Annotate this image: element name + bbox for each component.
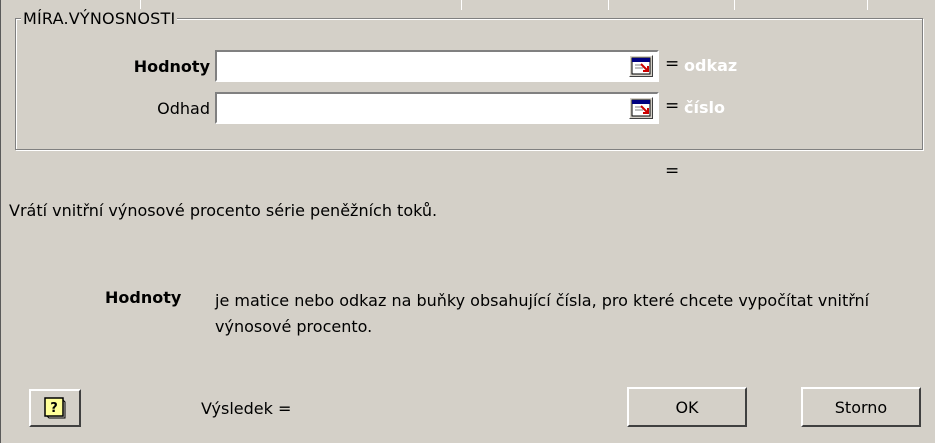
collapse-dialog-icon bbox=[631, 57, 651, 75]
formula-result: = bbox=[665, 161, 680, 181]
arguments-group bbox=[15, 18, 923, 150]
help-question-icon: ? bbox=[44, 397, 66, 419]
group-title: MÍRA.VÝNOSNOSTI bbox=[21, 9, 178, 28]
function-arguments-dialog: MÍRA.VÝNOSNOSTI Hodnoty = odkaz Odhad = … bbox=[0, 0, 935, 443]
argument-help-text: je matice nebo odkaz na buňky obsahující… bbox=[215, 291, 870, 336]
equals-sign: = bbox=[665, 54, 680, 74]
odhad-field[interactable] bbox=[215, 92, 659, 124]
result-hint-odhad: číslo bbox=[684, 98, 725, 117]
hodnoty-input[interactable] bbox=[217, 52, 657, 80]
ok-button[interactable]: OK bbox=[627, 387, 747, 427]
function-description: Vrátí vnitřní výnosové procento série pe… bbox=[9, 201, 438, 220]
result-hint-hodnoty: odkaz bbox=[684, 56, 738, 75]
equals-sign: = bbox=[665, 96, 680, 116]
column-divider bbox=[734, 0, 735, 10]
argument-help-name: Hodnoty bbox=[105, 288, 182, 307]
help-button[interactable]: ? bbox=[29, 389, 81, 427]
collapse-dialog-button-odhad[interactable] bbox=[629, 97, 653, 119]
column-divider bbox=[867, 0, 868, 10]
argument-label-hodnoty: Hodnoty bbox=[133, 57, 210, 76]
collapse-dialog-icon bbox=[631, 99, 651, 117]
hodnoty-field[interactable] bbox=[215, 50, 659, 82]
collapse-dialog-button-hodnoty[interactable] bbox=[629, 55, 653, 77]
svg-text:?: ? bbox=[50, 401, 58, 416]
argument-label-odhad: Odhad bbox=[157, 99, 210, 118]
cancel-button[interactable]: Storno bbox=[801, 387, 921, 427]
odhad-input[interactable] bbox=[217, 94, 657, 122]
column-divider bbox=[608, 0, 609, 10]
column-divider bbox=[461, 0, 462, 10]
result-label: Výsledek = bbox=[201, 399, 292, 418]
